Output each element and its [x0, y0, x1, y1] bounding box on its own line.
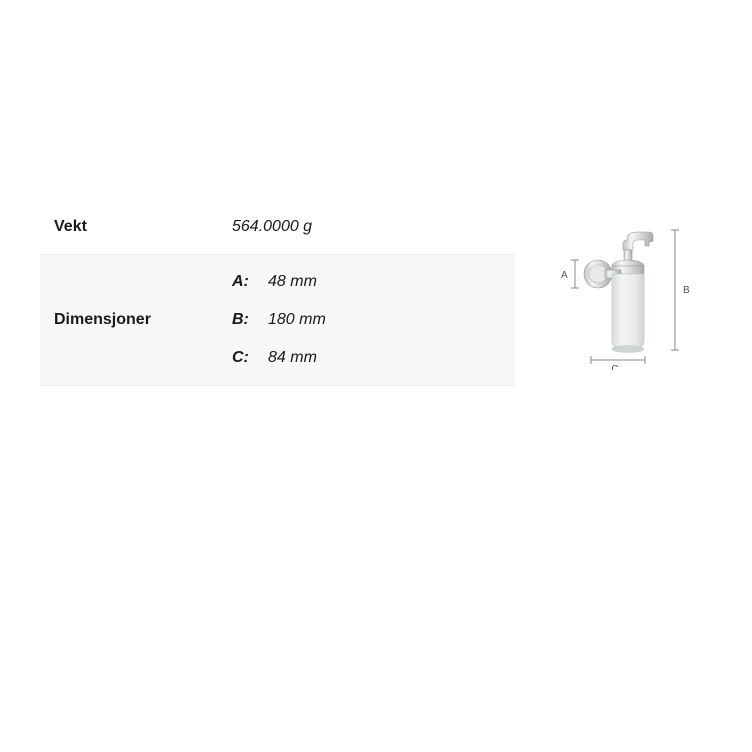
spec-panel: Vekt 564.0000 g Dimensjoner A: 48 mm B: … — [40, 200, 695, 386]
dimension-val-b: 180 mm — [268, 301, 326, 339]
dimensions-inner-table: A: 48 mm B: 180 mm C: 84 mm — [232, 263, 326, 377]
dimension-val-c: 84 mm — [268, 339, 326, 377]
diagram-label-a: A — [561, 270, 568, 281]
dimension-key-b: B: — [232, 301, 268, 339]
table-row: Vekt 564.0000 g — [40, 200, 515, 255]
dimensions-label: Dimensjoner — [40, 255, 218, 386]
table-row: C: 84 mm — [232, 339, 326, 377]
dimension-key-c: C: — [232, 339, 268, 377]
dispenser-diagram-svg: B A C — [545, 210, 695, 370]
dimensions-values: A: 48 mm B: 180 mm C: 84 mm — [218, 255, 515, 386]
specifications-table: Vekt 564.0000 g Dimensjoner A: 48 mm B: … — [40, 200, 515, 386]
dimension-val-a: 48 mm — [268, 263, 326, 301]
product-dimension-diagram: B A C — [545, 210, 695, 370]
weight-value: 564.0000 g — [218, 200, 515, 255]
weight-label: Vekt — [40, 200, 218, 255]
table-row: Dimensjoner A: 48 mm B: 180 mm C: 84 mm — [40, 255, 515, 386]
dimension-key-a: A: — [232, 263, 268, 301]
diagram-label-c: C — [611, 364, 618, 370]
table-row: A: 48 mm — [232, 263, 326, 301]
diagram-label-b: B — [683, 285, 690, 296]
table-row: B: 180 mm — [232, 301, 326, 339]
